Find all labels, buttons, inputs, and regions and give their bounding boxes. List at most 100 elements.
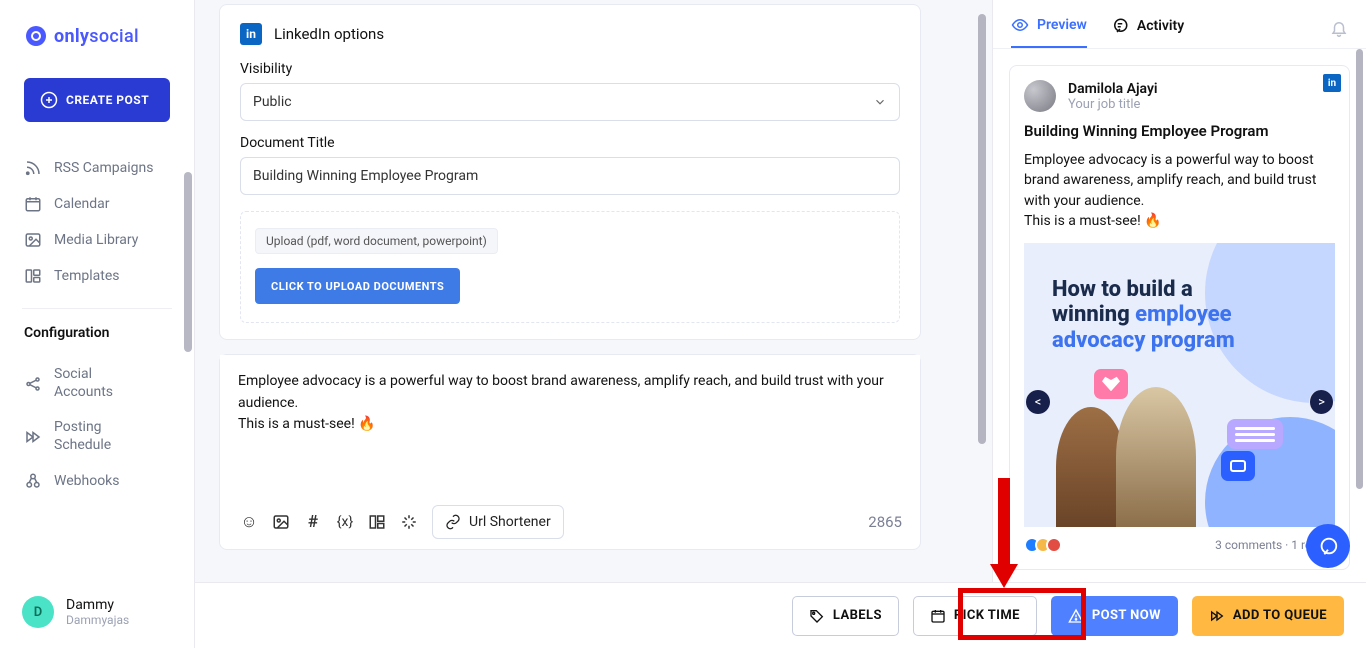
config-nav: Social Accounts Posting Schedule Webhook… (0, 349, 194, 507)
user-handle: Dammyajas (66, 613, 129, 627)
sidebar-item-social-accounts[interactable]: Social Accounts (0, 357, 194, 410)
content-scrollbar[interactable] (978, 14, 986, 444)
create-post-button[interactable]: CREATE POST (24, 78, 170, 122)
image-icon (24, 231, 42, 249)
profile-name: Damilola Ajayi (1068, 81, 1158, 97)
pick-time-button[interactable]: PICK TIME (913, 596, 1037, 636)
share-icon (24, 375, 42, 393)
brand-text-rest: social (89, 26, 139, 47)
linkedin-icon: in (240, 23, 262, 45)
add-to-queue-button[interactable]: ADD TO QUEUE (1192, 596, 1344, 636)
linkedin-badge-icon: in (1323, 74, 1341, 92)
upload-area: Upload (pdf, word document, powerpoint) … (240, 211, 900, 323)
right-scrollbar[interactable] (1356, 49, 1363, 489)
alert-icon (1068, 608, 1084, 624)
sidebar-item-posting-schedule[interactable]: Posting Schedule (0, 410, 194, 463)
fast-forward-icon (24, 428, 42, 446)
preview-next-button[interactable]: > (1309, 390, 1333, 414)
chat-bubble-icon (1221, 451, 1255, 481)
tab-activity[interactable]: Activity (1111, 13, 1184, 47)
labels-button[interactable]: LABELS (792, 596, 899, 636)
sidebar-item-calendar[interactable]: Calendar (0, 186, 194, 222)
sidebar-nav: RSS Campaigns Calendar Media Library Tem… (0, 142, 194, 302)
calendar-icon (24, 195, 42, 213)
sidebar-item-label: Social Accounts (54, 366, 144, 401)
linkedin-preview-card: in Damilola Ajayi Your job title Buildin… (1009, 65, 1350, 570)
sidebar-item-label: Calendar (54, 196, 110, 212)
linkedin-options-card: in LinkedIn options Visibility Public Do… (219, 4, 921, 340)
people-illustration (1056, 377, 1216, 527)
preview-body: Employee advocacy is a powerful way to b… (1024, 150, 1335, 231)
tab-preview[interactable]: Preview (1011, 12, 1087, 48)
chat-icon (1317, 535, 1339, 557)
upload-hint: Upload (pdf, word document, powerpoint) (255, 228, 498, 254)
emoji-icon[interactable]: ☺ (234, 507, 264, 537)
sidebar-item-media[interactable]: Media Library (0, 222, 194, 258)
linkedin-options-title: LinkedIn options (274, 25, 384, 43)
sidebar-scrollbar[interactable] (184, 172, 192, 352)
tag-icon (809, 608, 825, 624)
hashtag-icon[interactable]: # (298, 507, 328, 537)
post-body-textarea[interactable] (220, 355, 920, 495)
template-insert-icon[interactable] (362, 507, 392, 537)
support-chat-fab[interactable] (1306, 524, 1350, 568)
pick-time-label: PICK TIME (954, 608, 1020, 623)
composer-toolbar: ☺ # {x} Url Shortener (220, 499, 920, 549)
calendar-icon (930, 608, 946, 624)
image-insert-icon[interactable] (266, 507, 296, 537)
fast-forward-icon (1209, 608, 1225, 624)
reaction-icons (1024, 537, 1062, 553)
labels-button-label: LABELS (833, 608, 882, 623)
create-post-label: CREATE POST (66, 93, 149, 107)
main: in LinkedIn options Visibility Public Do… (195, 0, 992, 648)
sidebar-item-rss[interactable]: RSS Campaigns (0, 150, 194, 186)
brand-mark-icon (24, 24, 48, 48)
brand-logo: onlysocial (0, 14, 194, 60)
preview-image: How to build a winning employee advocacy… (1024, 243, 1335, 527)
visibility-select[interactable]: Public (240, 83, 900, 121)
plus-circle-icon (40, 91, 58, 109)
preview-headline: Building Winning Employee Program (1024, 122, 1335, 140)
preview-footer: 3 comments · 1 repost (1024, 537, 1335, 553)
preview-prev-button[interactable]: < (1026, 390, 1050, 414)
sidebar-divider (22, 308, 172, 309)
chevron-down-icon (873, 95, 887, 109)
ai-sparkle-icon[interactable] (394, 507, 424, 537)
variable-icon[interactable]: {x} (330, 507, 360, 537)
sidebar-item-label: RSS Campaigns (54, 160, 153, 176)
add-to-queue-label: ADD TO QUEUE (1233, 608, 1327, 623)
post-now-button[interactable]: POST NOW (1051, 596, 1178, 636)
preview-image-heading: How to build a winning employee advocacy… (1052, 277, 1312, 353)
brand-text-bold: only (54, 26, 89, 47)
notifications-icon[interactable] (1330, 19, 1348, 41)
right-tabs: Preview Activity (993, 0, 1366, 49)
sidebar-item-label: Templates (54, 268, 120, 284)
url-shortener-label: Url Shortener (469, 514, 551, 530)
user-name: Dammy (66, 597, 129, 613)
url-shortener-button[interactable]: Url Shortener (432, 505, 564, 539)
document-title-label: Document Title (240, 135, 900, 151)
tab-label: Activity (1137, 18, 1184, 34)
sidebar-item-label: Posting Schedule (54, 419, 144, 454)
sidebar-item-label: Webhooks (54, 473, 120, 489)
reaction-heart-icon (1046, 537, 1062, 553)
upload-documents-button[interactable]: CLICK TO UPLOAD DOCUMENTS (255, 268, 460, 304)
webhook-icon (24, 472, 42, 490)
tab-label: Preview (1037, 17, 1087, 33)
visibility-value: Public (253, 94, 292, 110)
user-block[interactable]: D Dammy Dammyajas (0, 582, 194, 648)
sidebar-item-webhooks[interactable]: Webhooks (0, 463, 194, 499)
char-counter: 2865 (868, 513, 906, 531)
configuration-heading: Configuration (0, 321, 194, 349)
sidebar: onlysocial CREATE POST RSS Campaigns Cal… (0, 0, 195, 648)
text-bubble-icon (1227, 419, 1283, 449)
profile-avatar (1024, 80, 1056, 112)
eye-icon (1011, 16, 1029, 34)
sidebar-item-label: Media Library (54, 232, 138, 248)
rss-icon (24, 159, 42, 177)
post-now-label: POST NOW (1092, 608, 1161, 623)
link-icon (445, 514, 461, 530)
document-title-input[interactable] (240, 157, 900, 195)
sidebar-item-templates[interactable]: Templates (0, 258, 194, 294)
templates-icon (24, 267, 42, 285)
